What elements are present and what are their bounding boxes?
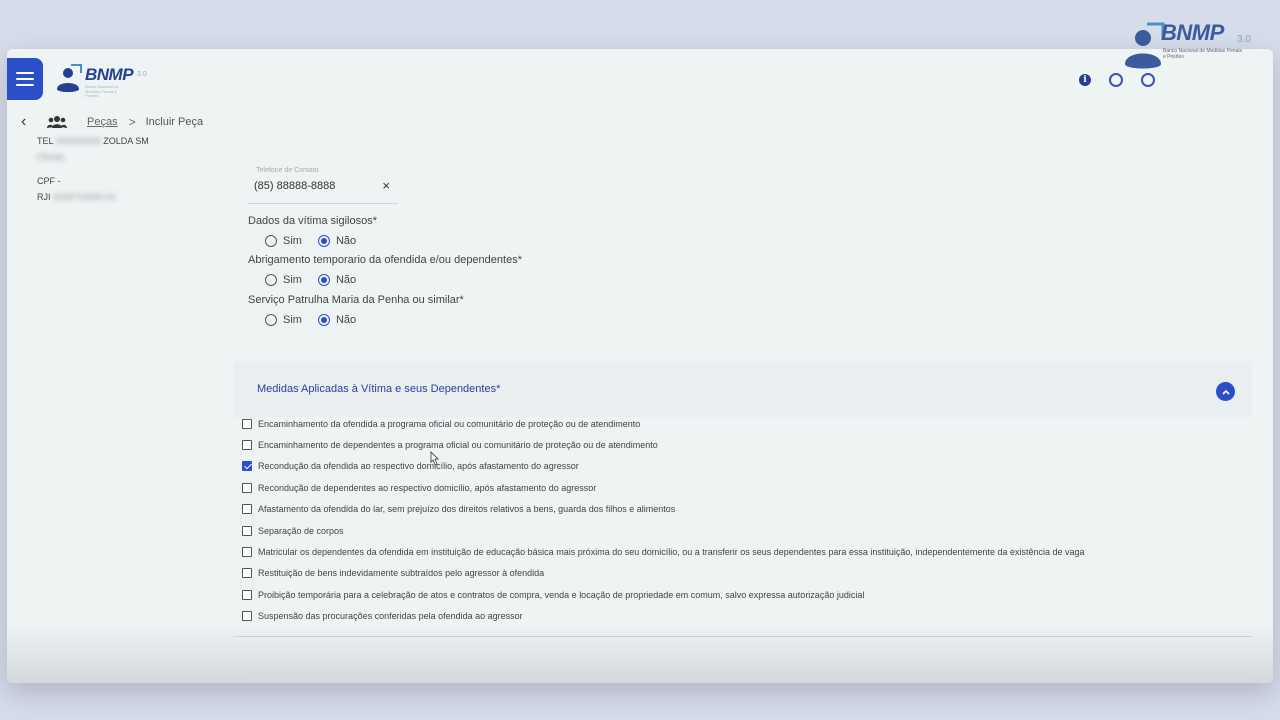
radio-option-nao[interactable]: Não [317,314,357,326]
left-info-blurred: 000000000 [55,136,101,146]
medidas-section: Medidas Aplicadas à Vítima e seus Depend… [233,361,1252,637]
radio-option-sim[interactable]: Sim [265,274,302,286]
overlay-bnmp-logo: BNMP 3.0 Banco Nacional de Medidas Penai… [1105,14,1275,84]
overlay-logo-subtitle: Banco Nacional de Medidas Penais e Prisõ… [1163,48,1242,60]
left-info-panel: TEL 000000000 ZOLDA SM (Tesla) [37,136,217,165]
breadcrumb-current: Incluir Peça [145,116,204,128]
medida-label: Recondução de dependentes ao respectivo … [258,482,597,493]
people-icon [47,116,67,128]
medida-checkbox[interactable] [242,461,252,472]
phone-label: Telefone de Contato [256,167,319,174]
radio-label: Não [335,235,357,247]
medida-checkbox[interactable] [242,440,252,451]
left-info-prefix: TEL [37,136,54,146]
mouse-cursor-icon [430,451,439,466]
logo-figure-icon [57,64,82,92]
breadcrumb-link-pecas[interactable]: Peças [87,116,118,128]
rji-value: 3234710060-01 [53,192,117,202]
medida-checkbox[interactable] [242,418,252,429]
medida-item[interactable]: Suspensão das procurações conferidas pel… [242,606,1242,627]
left-info-line1: TEL 000000000 ZOLDA SM [37,133,217,149]
radio-button[interactable] [265,235,277,247]
back-arrow-icon[interactable]: ‹ [21,113,37,131]
radio-option-sim[interactable]: Sim [265,235,302,247]
medida-checkbox[interactable] [242,589,252,600]
question-dados-sigilosos: Dados da vítima sigilosos* [248,215,378,227]
clear-icon[interactable]: × [382,178,390,193]
medida-label: Restituição de bens indevidamente subtra… [258,568,545,579]
medida-label: Proibição temporária para a celebração d… [258,589,865,600]
radio-label: Não [335,314,357,326]
radio-option-sim[interactable]: Sim [265,314,302,326]
question-abrigamento: Abrigamento temporario da ofendida e/ou … [248,254,522,266]
medidas-header[interactable]: Medidas Aplicadas à Vítima e seus Depend… [233,361,1252,417]
overlay-logo-word: BNMP [1161,20,1224,45]
divider [247,673,1247,674]
medida-label: Encaminhamento da ofendida a programa of… [258,418,641,429]
top-bar: BNMP 3.0 Banco Nacional de Medidas Penai… [7,49,1273,109]
radio-button[interactable] [317,314,330,326]
radio-label: Não [335,274,357,286]
medida-item[interactable]: Recondução da ofendida ao respectivo dom… [242,456,1242,477]
menu-icon-line [16,84,34,86]
medidas-checklist: Encaminhamento da ofendida a programa of… [242,413,1242,627]
medida-label: Afastamento da ofendida do lar, sem prej… [258,504,676,515]
medida-checkbox[interactable] [242,568,252,579]
medida-item[interactable]: Recondução de dependentes ao respectivo … [242,477,1242,498]
radio-group-patrulha: Sim Não [265,313,372,327]
medidas-title: Medidas Aplicadas à Vítima e seus Depend… [257,383,501,395]
radio-group-dados-sigilosos: Sim Não [265,234,372,248]
info-icon[interactable]: i [1079,74,1091,86]
radio-button[interactable] [317,274,330,286]
medida-item[interactable]: Proibição temporária para a celebração d… [242,584,1242,605]
question-patrulha: Serviço Patrulha Maria da Penha ou simil… [248,294,464,306]
medida-label: Encaminhamento de dependentes a programa… [258,440,658,451]
medida-checkbox[interactable] [242,482,252,493]
medida-label: Separação de corpos [258,525,344,536]
radio-label: Sim [283,314,302,326]
medida-checkbox[interactable] [242,611,252,622]
breadcrumb-separator: > [128,115,136,129]
rji-label: RJI [37,192,51,202]
medida-item[interactable]: Separação de corpos [242,520,1242,541]
medida-item[interactable]: Encaminhamento de dependentes a programa… [242,434,1242,455]
logo-version: 3.0 [137,71,147,78]
radio-option-nao[interactable]: Não [317,235,357,247]
left-info-suffix: ZOLDA SM [103,136,149,146]
radio-button[interactable] [265,314,277,326]
radio-option-nao[interactable]: Não [317,274,357,286]
radio-label: Sim [283,274,302,286]
collapse-button[interactable] [1216,382,1235,401]
radio-group-abrigamento: Sim Não [265,273,372,287]
medida-item[interactable]: Matricular os dependentes da ofendida em… [242,541,1242,562]
radio-button[interactable] [317,235,330,247]
medida-checkbox[interactable] [242,525,252,536]
menu-button[interactable] [7,58,43,100]
menu-icon-line [16,72,34,74]
phone-value[interactable]: (85) 88888-8888 [254,180,335,192]
radio-label: Sim [283,235,302,247]
bnmp-logo[interactable]: BNMP 3.0 Banco Nacional de Medidas Penai… [55,63,155,98]
medida-item[interactable]: Restituição de bens indevidamente subtra… [242,563,1242,584]
logo-subtitle: Banco Nacional de Medidas Penais e Prisõ… [85,84,119,98]
medida-label: Matricular os dependentes da ofendida em… [258,547,1085,558]
cpf-line: CPF - [37,176,61,186]
logo-word: BNMP [85,65,134,84]
app-window: BNMP 3.0 Banco Nacional de Medidas Penai… [7,49,1273,683]
medida-item[interactable]: Afastamento da ofendida do lar, sem prej… [242,499,1242,520]
medida-checkbox[interactable] [242,504,252,515]
medida-label: Recondução da ofendida ao respectivo dom… [258,461,579,472]
radio-button[interactable] [265,274,277,286]
phone-field[interactable]: Telefone de Contato (85) 88888-8888 × [248,167,398,204]
chevron-up-icon [1221,389,1230,395]
left-info-line2: (Tesla) [37,152,65,162]
overlay-logo-version: 3.0 [1237,34,1251,45]
medida-label: Suspensão das procurações conferidas pel… [258,611,523,622]
medida-item[interactable]: Encaminhamento da ofendida a programa of… [242,413,1242,434]
medida-checkbox[interactable] [242,547,252,558]
rji-line: RJI 3234710060-01 [37,192,116,202]
menu-icon-line [16,78,34,80]
